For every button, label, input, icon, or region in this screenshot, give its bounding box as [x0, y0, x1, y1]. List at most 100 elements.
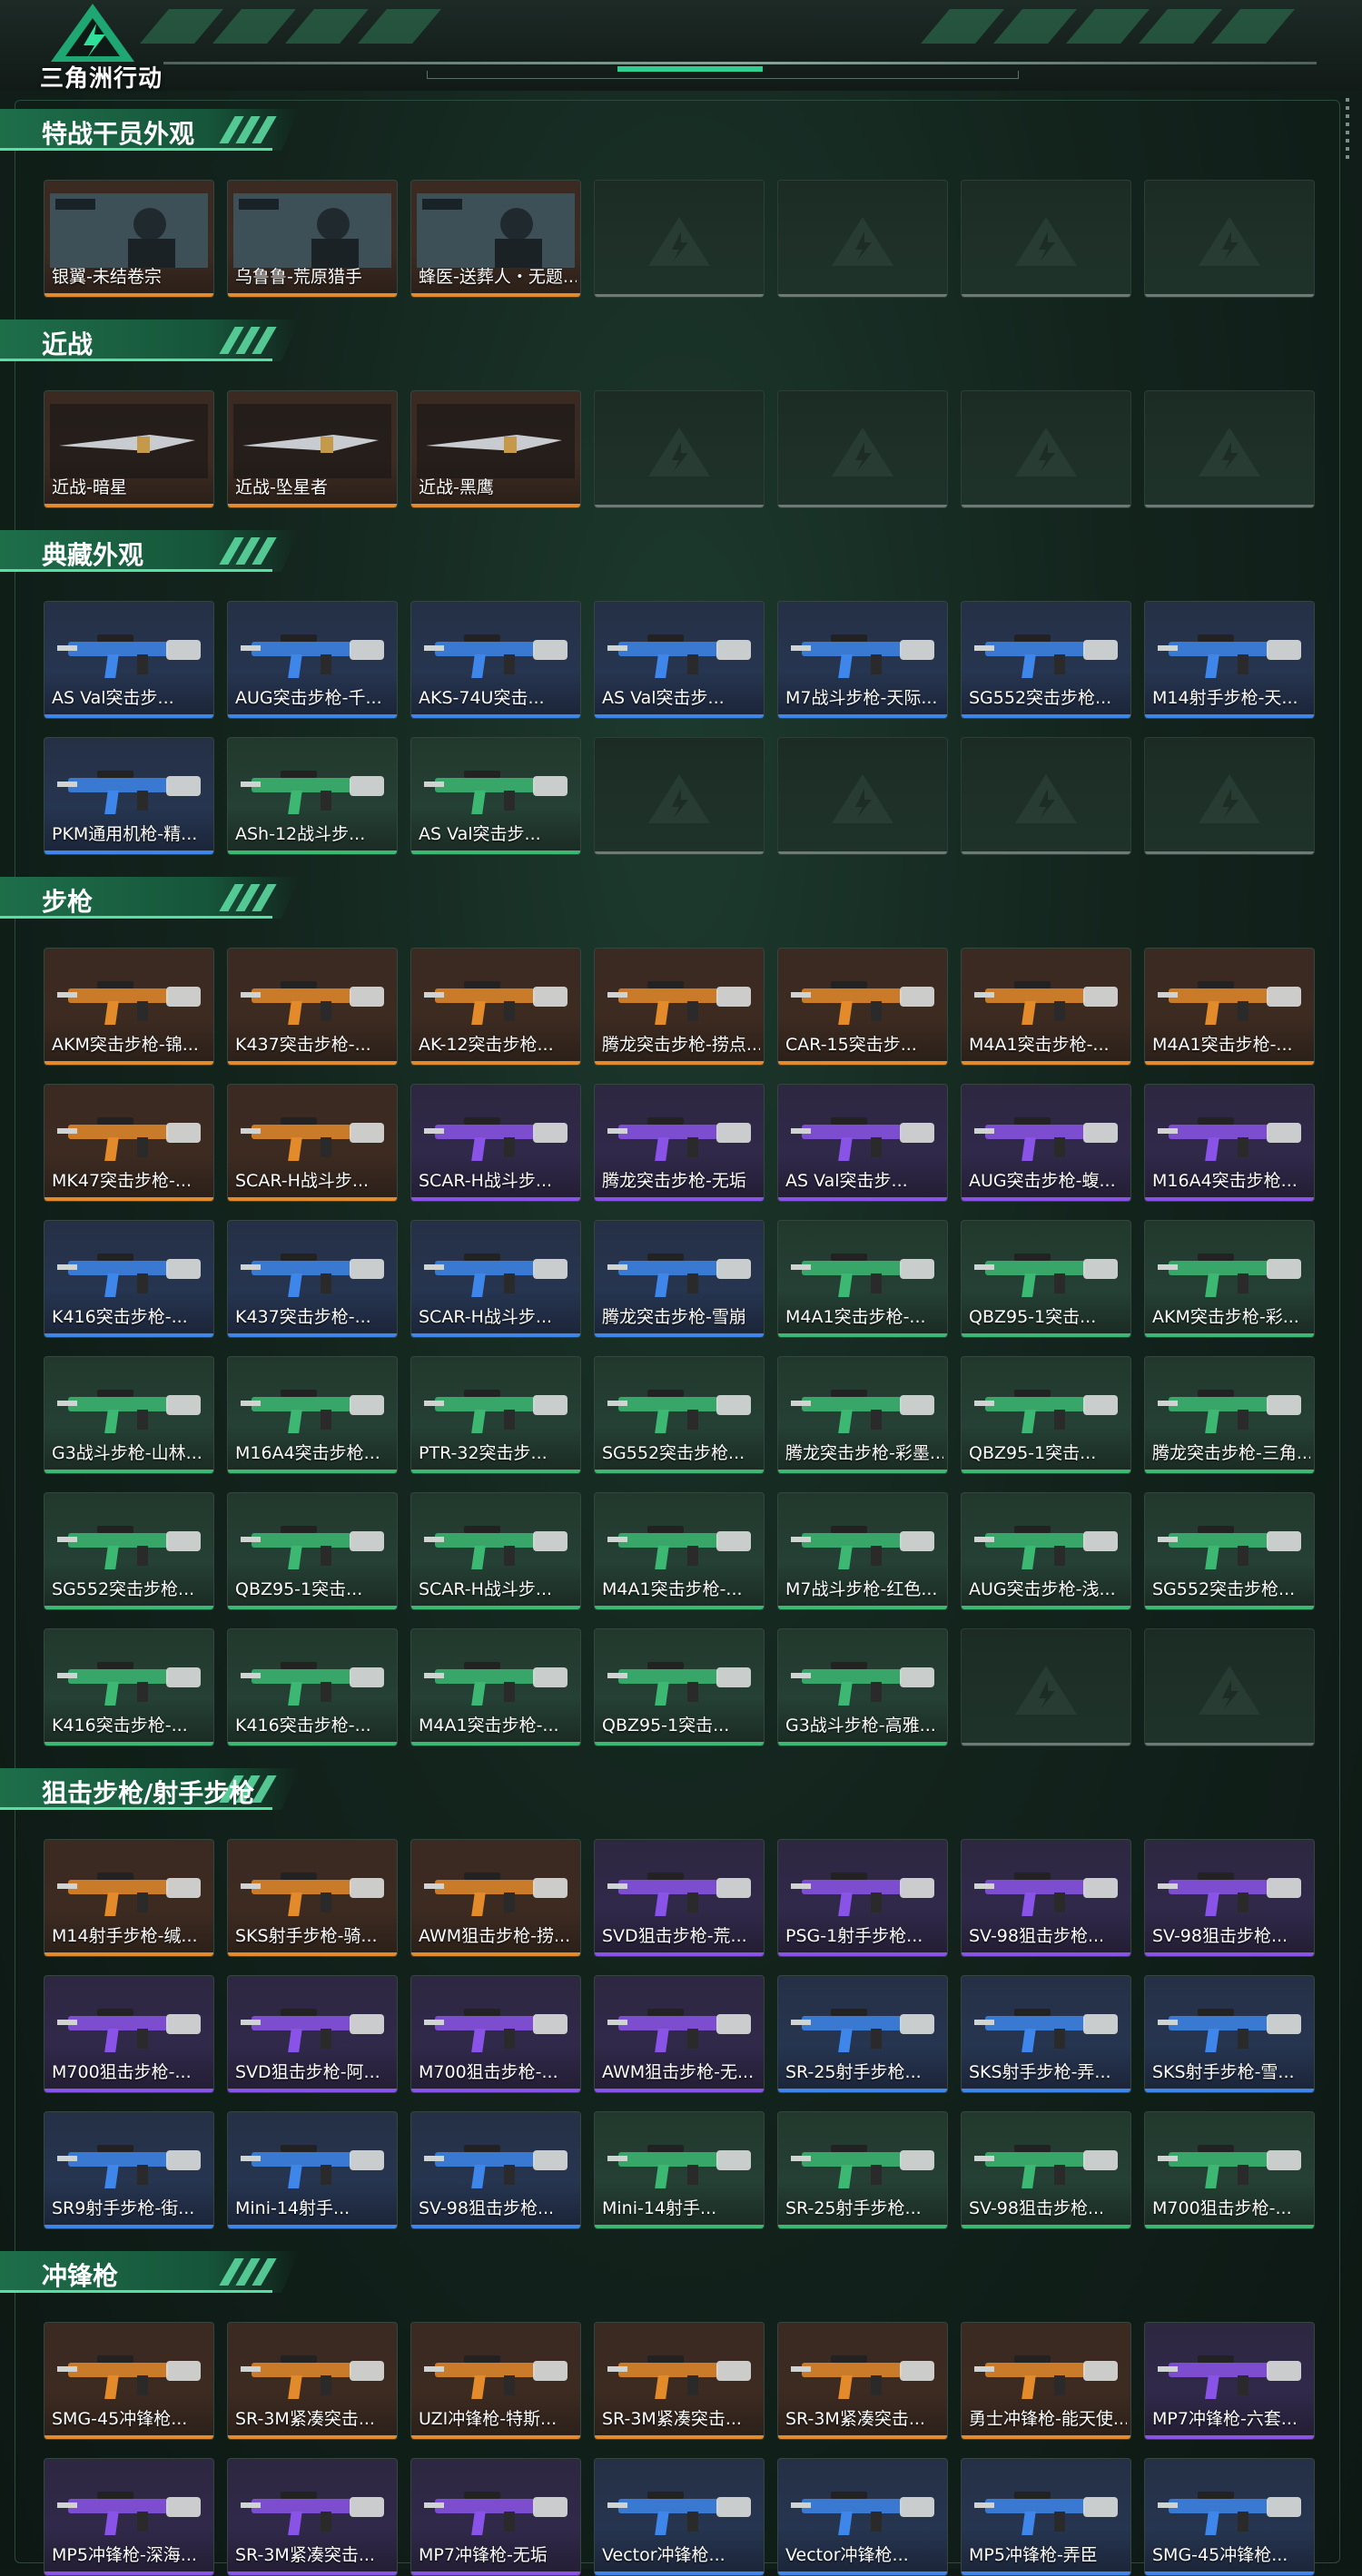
item-card[interactable]: M700狙击步枪-...	[1144, 2111, 1315, 2229]
item-card[interactable]: SCAR-H战斗步...	[410, 1220, 581, 1338]
item-card[interactable]: SVD狙击步枪-荒...	[594, 1839, 765, 1957]
item-card[interactable]: Mini-14射手...	[594, 2111, 765, 2229]
item-card[interactable]: SV-98狙击步枪...	[961, 1839, 1131, 1957]
item-card[interactable]: QBZ95-1突击...	[227, 1492, 398, 1610]
item-card[interactable]: SCAR-H战斗步...	[410, 1492, 581, 1610]
item-card[interactable]: M7战斗步枪-红色...	[777, 1492, 948, 1610]
item-card[interactable]: SR-3M紧凑突击...	[227, 2458, 398, 2576]
item-card[interactable]: M4A1突击步枪-...	[961, 948, 1131, 1066]
item-card[interactable]: Mini-14射手...	[227, 2111, 398, 2229]
item-card[interactable]: AS Val突击步...	[44, 601, 214, 719]
item-card[interactable]: K416突击步枪-...	[44, 1628, 214, 1746]
item-card[interactable]: 近战-黑鹰	[410, 390, 581, 508]
weapon-image	[241, 1117, 384, 1161]
item-card[interactable]: AUG突击步枪-千...	[227, 601, 398, 719]
scrollbar[interactable]	[1346, 98, 1349, 162]
item-card[interactable]: 近战-暗星	[44, 390, 214, 508]
item-card[interactable]: G3战斗步枪-高雅...	[777, 1628, 948, 1746]
item-card[interactable]: SKS射手步枪-雪...	[1144, 1975, 1315, 2093]
item-card[interactable]: M7战斗步枪-天际...	[777, 601, 948, 719]
item-card[interactable]: SG552突击步枪...	[1144, 1492, 1315, 1610]
item-card[interactable]: CAR-15突击步...	[777, 948, 948, 1066]
item-card[interactable]: AS Val突击步...	[777, 1084, 948, 1202]
item-card[interactable]: 腾龙突击步枪-雪崩	[594, 1220, 765, 1338]
item-card[interactable]: M14射手步枪-天...	[1144, 601, 1315, 719]
rarity-bar	[1145, 1606, 1314, 1609]
item-card[interactable]: AS Val突击步...	[594, 601, 765, 719]
item-card[interactable]: AUG突击步枪-浅...	[961, 1492, 1131, 1610]
item-card[interactable]: MP7冲锋枪-无垢	[410, 2458, 581, 2576]
item-card[interactable]: M700狙击步枪-...	[410, 1975, 581, 2093]
item-card[interactable]: SMG-45冲锋枪...	[1144, 2458, 1315, 2576]
item-card[interactable]: MK47突击步枪-...	[44, 1084, 214, 1202]
item-card[interactable]: MP7冲锋枪-六套...	[1144, 2322, 1315, 2440]
item-card[interactable]: SG552突击步枪...	[44, 1492, 214, 1610]
item-card[interactable]: 乌鲁鲁-荒原猎手	[227, 180, 398, 298]
item-card[interactable]: Vector冲锋枪...	[594, 2458, 765, 2576]
item-card[interactable]: SR-25射手步枪...	[777, 2111, 948, 2229]
item-card[interactable]: 勇士冲锋枪-能天使...	[961, 2322, 1131, 2440]
item-card[interactable]: K437突击步枪-...	[227, 948, 398, 1066]
item-card[interactable]: AK-12突击步枪...	[410, 948, 581, 1066]
item-card[interactable]: AKM突击步枪-彩...	[1144, 1220, 1315, 1338]
item-card[interactable]: SR-3M紧凑突击...	[594, 2322, 765, 2440]
item-card[interactable]: 腾龙突击步枪-捞点...	[594, 948, 765, 1066]
item-card[interactable]: AUG突击步枪-蝮...	[961, 1084, 1131, 1202]
item-card[interactable]: SV-98狙击步枪...	[961, 2111, 1131, 2229]
item-card[interactable]: 蜂医-送葬人・无题...	[410, 180, 581, 298]
item-card[interactable]: AS Val突击步...	[410, 737, 581, 855]
item-card[interactable]: AKM突击步枪-锦...	[44, 948, 214, 1066]
item-card[interactable]: UZI冲锋枪-特斯...	[410, 2322, 581, 2440]
item-card[interactable]: 腾龙突击步枪-彩墨...	[777, 1356, 948, 1474]
item-card[interactable]: M4A1突击步枪-...	[1144, 948, 1315, 1066]
item-card[interactable]: MP5冲锋枪-弄臣	[961, 2458, 1131, 2576]
item-card[interactable]: QBZ95-1突击...	[961, 1220, 1131, 1338]
item-card[interactable]: M4A1突击步枪-...	[594, 1492, 765, 1610]
item-card[interactable]: SMG-45冲锋枪...	[44, 2322, 214, 2440]
item-card[interactable]: M16A4突击步枪...	[227, 1356, 398, 1474]
item-card[interactable]: M16A4突击步枪...	[1144, 1084, 1315, 1202]
item-card[interactable]: SV-98狙击步枪...	[1144, 1839, 1315, 1957]
item-card[interactable]: K416突击步枪-...	[44, 1220, 214, 1338]
item-card[interactable]: PSG-1射手步枪...	[777, 1839, 948, 1957]
item-card[interactable]: AWM狙击步枪-捞...	[410, 1839, 581, 1957]
item-card[interactable]: SKS射手步枪-骑...	[227, 1839, 398, 1957]
item-card[interactable]: 腾龙突击步枪-三角...	[1144, 1356, 1315, 1474]
item-card[interactable]: 腾龙突击步枪-无垢	[594, 1084, 765, 1202]
item-card[interactable]: 银翼-未结卷宗	[44, 180, 214, 298]
item-card[interactable]: ASh-12战斗步...	[227, 737, 398, 855]
item-card[interactable]: K416突击步枪-...	[227, 1628, 398, 1746]
item-card[interactable]: QBZ95-1突击...	[594, 1628, 765, 1746]
weapon-image	[424, 2492, 568, 2535]
item-card[interactable]: Vector冲锋枪...	[777, 2458, 948, 2576]
item-card[interactable]: SR9射手步枪-街...	[44, 2111, 214, 2229]
rarity-bar	[1145, 1952, 1314, 1956]
item-card[interactable]: SVD狙击步枪-阿...	[227, 1975, 398, 2093]
item-card[interactable]: M4A1突击步枪-...	[410, 1628, 581, 1746]
item-card[interactable]: SCAR-H战斗步...	[227, 1084, 398, 1202]
item-card[interactable]: QBZ95-1突击...	[961, 1356, 1131, 1474]
item-card[interactable]: M700狙击步枪-...	[44, 1975, 214, 2093]
item-card[interactable]: SKS射手步枪-弄...	[961, 1975, 1131, 2093]
item-card[interactable]: M14射手步枪-缄...	[44, 1839, 214, 1957]
item-card[interactable]: SR-25射手步枪...	[777, 1975, 948, 2093]
rarity-bar	[1145, 1061, 1314, 1065]
item-card[interactable]: SG552突击步枪...	[594, 1356, 765, 1474]
empty-slot	[777, 737, 948, 855]
item-card[interactable]: SR-3M紧凑突击...	[227, 2322, 398, 2440]
item-card[interactable]: SCAR-H战斗步...	[410, 1084, 581, 1202]
item-card[interactable]: K437突击步枪-...	[227, 1220, 398, 1338]
item-card[interactable]: AKS-74U突击...	[410, 601, 581, 719]
item-card[interactable]: M4A1突击步枪-...	[777, 1220, 948, 1338]
item-card[interactable]: PKM通用机枪-精...	[44, 737, 214, 855]
item-card[interactable]: AWM狙击步枪-无...	[594, 1975, 765, 2093]
rarity-bar	[228, 2435, 397, 2439]
weapon-image	[57, 1117, 201, 1161]
item-card[interactable]: SR-3M紧凑突击...	[777, 2322, 948, 2440]
item-card[interactable]: 近战-坠星者	[227, 390, 398, 508]
item-card[interactable]: PTR-32突击步...	[410, 1356, 581, 1474]
item-card[interactable]: SV-98狙击步枪...	[410, 2111, 581, 2229]
item-card[interactable]: MP5冲锋枪-深海...	[44, 2458, 214, 2576]
item-card[interactable]: SG552突击步枪...	[961, 601, 1131, 719]
item-card[interactable]: G3战斗步枪-山林...	[44, 1356, 214, 1474]
